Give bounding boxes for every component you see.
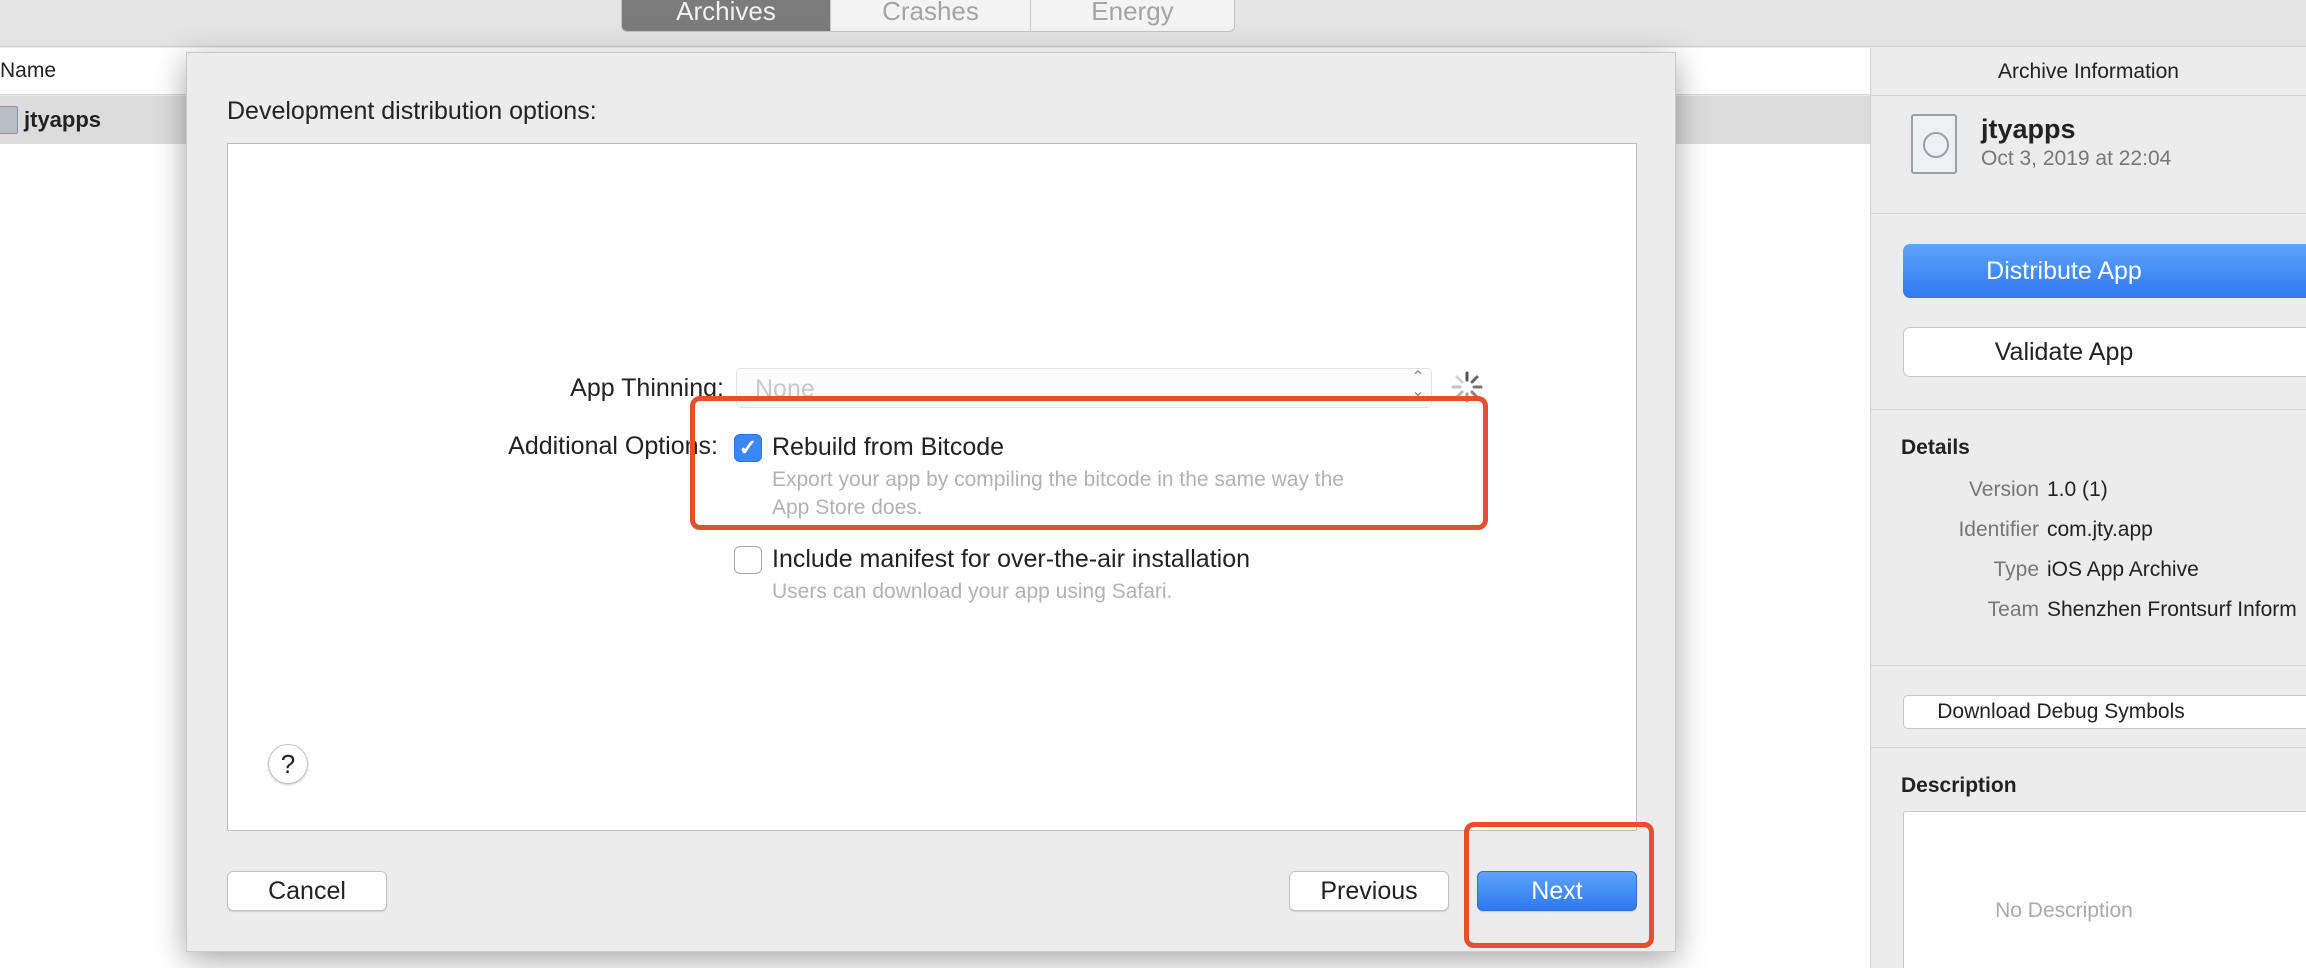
description-field[interactable]: No Description bbox=[1903, 811, 2306, 968]
archive-icon bbox=[0, 106, 18, 134]
app-thinning-label: App Thinning: bbox=[570, 374, 724, 402]
inspector-title: Archive Information bbox=[1871, 48, 2306, 96]
tab-archives[interactable]: Archives bbox=[622, 0, 830, 31]
archive-summary: jtyapps Oct 3, 2019 at 22:04 bbox=[1871, 96, 2306, 214]
include-manifest-description: Users can download your app using Safari… bbox=[772, 580, 1173, 603]
list-item-label: jtyapps bbox=[24, 107, 102, 132]
tab-crashes[interactable]: Crashes bbox=[830, 0, 1030, 31]
detail-row: Type iOS App Archive bbox=[1901, 558, 2306, 598]
archive-actions: Distribute App Validate App bbox=[1871, 214, 2306, 410]
previous-button[interactable]: Previous bbox=[1289, 871, 1449, 911]
cancel-button[interactable]: Cancel bbox=[227, 871, 387, 911]
detail-key: Team bbox=[1987, 598, 2039, 621]
detail-row: Version 1.0 (1) bbox=[1901, 478, 2306, 518]
help-icon: ? bbox=[280, 748, 296, 779]
description-title: Description bbox=[1901, 774, 2017, 797]
detail-row: Identifier com.jty.app bbox=[1901, 518, 2306, 558]
help-button[interactable]: ? bbox=[268, 744, 308, 784]
tab-energy[interactable]: Energy bbox=[1030, 0, 1234, 31]
next-highlight-box bbox=[1464, 822, 1654, 948]
description-section: Description No Description bbox=[1871, 748, 2306, 968]
organizer-tabs: Archives Crashes Energy bbox=[621, 0, 1235, 32]
additional-options-label: Additional Options: bbox=[508, 432, 718, 460]
detail-value: 1.0 (1) bbox=[2047, 478, 2108, 501]
download-debug-symbols-button[interactable]: Download Debug Symbols bbox=[1903, 695, 2306, 729]
details-title: Details bbox=[1901, 436, 1970, 459]
details-section: Details Version 1.0 (1) Identifier com.j… bbox=[1871, 410, 2306, 666]
archive-inspector: Archive Information jtyapps Oct 3, 2019 … bbox=[1870, 48, 2306, 968]
debug-symbols-section: Download Debug Symbols bbox=[1871, 666, 2306, 748]
detail-key: Type bbox=[1993, 558, 2039, 581]
include-manifest-label: Include manifest for over-the-air instal… bbox=[772, 545, 1251, 573]
detail-key: Identifier bbox=[1958, 518, 2039, 541]
archive-name: jtyapps bbox=[1981, 114, 2076, 144]
bitcode-highlight-box bbox=[690, 396, 1488, 530]
validate-app-button[interactable]: Validate App bbox=[1903, 327, 2306, 377]
archive-date: Oct 3, 2019 at 22:04 bbox=[1981, 147, 2172, 170]
detail-key: Version bbox=[1968, 478, 2039, 501]
top-toolbar: Archives Crashes Energy bbox=[0, 0, 2306, 47]
detail-value: Shenzhen Frontsurf Inform bbox=[2047, 598, 2297, 621]
include-manifest-checkbox[interactable] bbox=[734, 546, 762, 574]
column-name-label: Name bbox=[0, 59, 57, 82]
dialog-title: Development distribution options: bbox=[227, 97, 597, 125]
detail-value: com.jty.app bbox=[2047, 518, 2153, 541]
doc-archive-icon bbox=[1911, 114, 1957, 174]
detail-value: iOS App Archive bbox=[2047, 558, 2199, 581]
detail-row: Team Shenzhen Frontsurf Inform bbox=[1901, 598, 2306, 638]
distribute-app-button[interactable]: Distribute App bbox=[1903, 244, 2306, 298]
